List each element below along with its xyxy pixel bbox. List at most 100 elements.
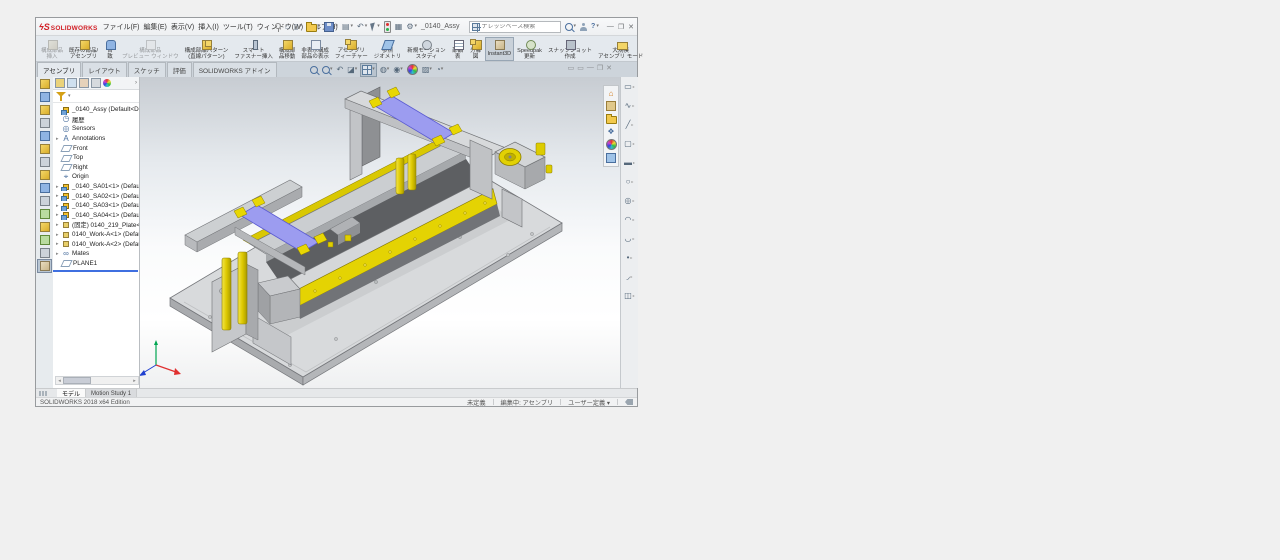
pin-icon[interactable] [275,23,281,29]
panel-tabs-more-icon[interactable]: › [135,80,137,86]
search-input[interactable] [482,24,552,30]
custom-properties-icon[interactable] [606,153,616,163]
display-manager-tab[interactable] [103,79,111,87]
search-button[interactable]: ▾ [564,23,578,31]
property-manager-tab[interactable] [67,78,77,88]
file-properties-button[interactable]: ▦ [394,21,404,33]
new-document-button[interactable]: ▯▾ [293,21,303,33]
scroll-thumb[interactable] [63,377,91,384]
feature-manager-tab[interactable] [55,78,65,88]
motion-study-icon[interactable] [38,195,51,207]
expand-arrow-icon[interactable]: ▸ [56,232,60,238]
tree-horizontal-scrollbar[interactable]: ◂ ▸ [55,376,139,385]
menu-item[interactable]: 挿入(I) [196,21,221,33]
point-button[interactable]: •▸ [621,248,638,267]
menu-item[interactable]: 編集(E) [142,21,169,33]
scroll-left-icon[interactable]: ◂ [56,378,63,384]
section-view-button[interactable]: ◪▾ [346,65,358,75]
child-minimize-button[interactable]: — [587,64,594,72]
tree-item[interactable]: ▸∞Mates [53,249,139,259]
rollback-bar[interactable] [53,270,138,272]
line-button[interactable]: ╱▸ [621,115,638,134]
tree-item[interactable]: ⌖Origin [53,172,139,182]
rebuild-button[interactable] [383,21,392,33]
sketch-fillet-button[interactable]: ◞▸ [621,267,638,286]
tangent-arc-button[interactable]: ◡▸ [621,229,638,248]
display-style-button[interactable]: ◍▾ [379,65,391,75]
smart-fasteners-icon[interactable] [38,130,51,142]
corner-rectangle-button[interactable]: ▭▸ [621,77,638,96]
tree-item[interactable]: ▸AAnnotations [53,134,139,144]
center-rectangle-button[interactable]: ▢▸ [621,134,638,153]
exploded-view-icon[interactable] [38,221,51,233]
tree-item[interactable]: ▸(固定) 0140_219_Plate<1> (.. [53,220,139,230]
3d-model[interactable] [140,77,620,388]
apply-scene-button[interactable]: ▨▾ [421,65,433,75]
expand-arrow-icon[interactable]: ▸ [56,222,60,228]
expand-arrow-icon[interactable]: ▸ [56,184,60,190]
menu-item[interactable]: 表示(V) [169,21,196,33]
zoom-area-button[interactable]: ▾ [321,65,334,75]
snapshot-icon[interactable] [38,247,51,259]
close-button[interactable]: ✕ [628,23,634,31]
child-restore-button[interactable]: ❐ [597,64,603,72]
insert-components-icon[interactable] [38,78,51,90]
tree-item[interactable]: ▸0140_Work-A<2> (Default) [53,239,139,249]
select-button[interactable]: ▾ [370,21,381,33]
pane-icon[interactable]: ▭ [568,64,575,72]
help-button[interactable]: ?▾ [590,23,600,30]
tree-item[interactable]: Top [53,153,139,163]
solidworks-resources-icon[interactable]: ⌂ [607,89,616,98]
file-explorer-icon[interactable] [606,116,617,124]
print-button[interactable]: ▤▾ [341,21,354,33]
expand-arrow-icon[interactable]: ▸ [56,212,60,218]
search-box[interactable] [469,21,561,33]
status-item[interactable]: ユーザー定義 ▾ [568,398,610,407]
view-orientation-button[interactable]: ▾ [360,63,377,77]
mirror-entities-button[interactable]: ◫▸ [621,286,638,305]
ribbon-button-スマートファスナー挿入[interactable]: スマートファスナー挿入 [231,37,276,61]
home-button[interactable]: ⌂ [284,21,291,33]
design-library-icon[interactable] [606,101,616,111]
graphics-viewport[interactable]: ⌂❖ [140,77,620,388]
ribbon-button-参照ジオメトリ[interactable]: 参照ジオメトリ [371,37,405,61]
reference-geometry-icon[interactable] [38,182,51,194]
ribbon-button-非表示構成部品の表示[interactable]: 非表示構成部品の表示 [298,37,332,61]
tree-item[interactable]: PLANE1 [53,259,139,269]
ribbon-button-部品表[interactable]: 部品表 [449,37,467,61]
login-icon[interactable] [580,23,587,31]
ribbon-button-speedpak更新[interactable]: Speedpak更新 [514,37,545,61]
previous-view-button[interactable]: ↶ [336,65,345,75]
restore-button[interactable]: ❐ [618,23,624,31]
open-button[interactable]: ▾ [305,21,322,33]
tab-アセンブリ[interactable]: アセンブリ [37,62,81,78]
menu-item[interactable]: ツール(T) [221,21,255,33]
dimxpert-manager-tab[interactable] [91,78,101,88]
edit-appearance-button[interactable] [406,63,419,76]
ribbon-button-分解図[interactable]: 分解図 [467,37,485,61]
circle-button[interactable]: ○▸ [621,172,638,191]
undo-button[interactable]: ↶▾ [356,21,368,33]
expand-arrow-icon[interactable]: ▸ [56,251,60,257]
tree-item[interactable]: ◎Sensors [53,124,139,134]
ribbon-button-スナップショット作成[interactable]: スナップショット作成 [545,37,595,61]
pane-icon[interactable]: ▭ [577,64,584,72]
tag-icon[interactable] [625,399,633,405]
ribbon-button-大規模アセンブリ モード[interactable]: 大規模アセンブリ モード [595,37,646,61]
zoom-fit-button[interactable] [309,65,319,75]
perimeter-circle-button[interactable]: ◎▸ [621,191,638,210]
scroll-right-icon[interactable]: ▸ [131,378,138,384]
mate-icon[interactable] [38,91,51,103]
tree-item[interactable]: Front [53,143,139,153]
hide-show-items-button[interactable]: ◉▾ [392,65,404,75]
instant3d-icon[interactable] [38,260,51,272]
speedpak-icon[interactable] [38,234,51,246]
child-close-button[interactable]: ✕ [606,64,612,72]
component-preview-icon[interactable] [38,117,51,129]
ribbon-button-新規モーションスタディ[interactable]: 新規モーションスタディ [404,37,448,61]
appearances-scenes-icon[interactable] [606,139,617,150]
tree-item[interactable]: ▸0140_Work-A<1> (Default) [53,230,139,240]
minimize-button[interactable]: — [607,23,614,31]
ribbon-button-instant3d[interactable]: Instant3D [485,37,515,61]
tree-item[interactable]: ▸_0140_SA02<1> (Default<D [53,191,139,201]
